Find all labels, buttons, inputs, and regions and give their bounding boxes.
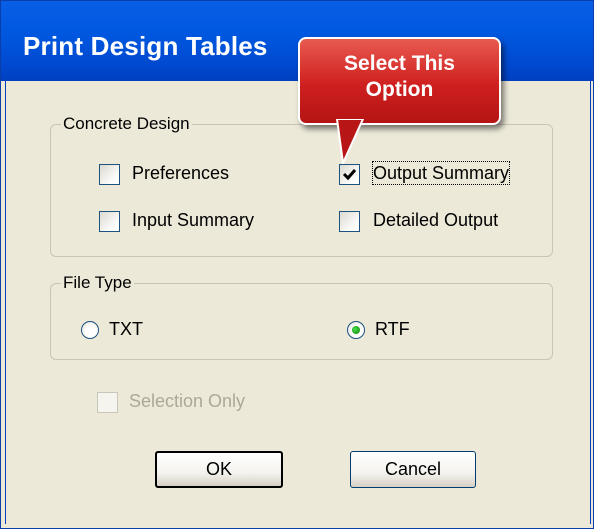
txt-label[interactable]: TXT <box>109 318 143 340</box>
selection-only-checkbox <box>97 392 118 413</box>
dialog-body: Concrete Design Preferences Output Summa… <box>5 81 591 524</box>
input-summary-checkbox[interactable] <box>99 211 120 232</box>
output-summary-label[interactable]: Output Summary <box>371 161 511 185</box>
detailed-output-label[interactable]: Detailed Output <box>373 209 498 231</box>
txt-radio[interactable] <box>81 321 99 339</box>
cancel-button[interactable]: Cancel <box>350 451 476 488</box>
input-summary-label[interactable]: Input Summary <box>132 209 254 231</box>
preferences-label[interactable]: Preferences <box>132 162 229 184</box>
preferences-checkbox[interactable] <box>99 164 120 185</box>
rtf-label[interactable]: RTF <box>375 318 410 340</box>
callout-line-2: Option <box>365 78 434 101</box>
print-design-tables-dialog: Print Design Tables Concrete Design Pref… <box>0 0 594 529</box>
detailed-output-checkbox[interactable] <box>339 211 360 232</box>
checkmark-icon <box>342 169 357 181</box>
callout-line-1: Select This <box>344 52 455 75</box>
output-summary-checkbox[interactable] <box>339 164 360 185</box>
ok-button[interactable]: OK <box>155 451 283 488</box>
title-bar[interactable]: Print Design Tables <box>1 1 593 81</box>
callout-pointer-icon <box>336 119 364 164</box>
concrete-design-group: Concrete Design <box>50 114 553 257</box>
select-this-option-callout: Select This Option <box>298 37 501 125</box>
window-title: Print Design Tables <box>23 31 268 61</box>
selection-only-label: Selection Only <box>129 391 246 411</box>
rtf-radio[interactable] <box>347 321 365 339</box>
concrete-design-group-label: Concrete Design <box>61 114 192 134</box>
file-type-group-label: File Type <box>61 273 134 293</box>
radio-selected-dot-icon <box>352 326 360 334</box>
